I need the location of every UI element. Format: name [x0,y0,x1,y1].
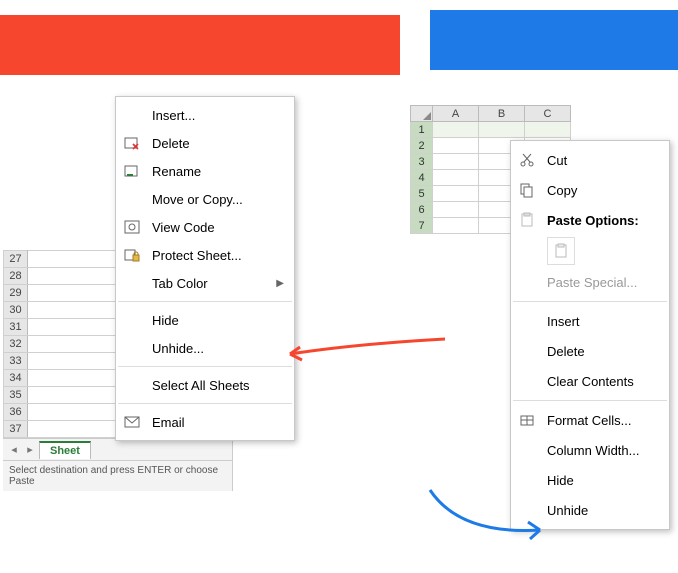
menu-separator [118,366,292,367]
menu-select-all-sheets[interactable]: Select All Sheets [116,371,294,399]
menu-paste-special: Paste Special... [511,267,669,297]
banner-blue [430,10,678,70]
row-header[interactable]: 27 [4,251,28,268]
format-cells-icon [517,410,537,430]
menu-protect-sheet[interactable]: Protect Sheet... [116,241,294,269]
row-header[interactable]: 2 [411,138,433,154]
row-header[interactable]: 35 [4,387,28,404]
menu-separator [118,301,292,302]
menu-column-width[interactable]: Column Width... [511,435,669,465]
blank-icon [517,311,537,331]
row-header[interactable]: 7 [411,218,433,234]
menu-format-cells[interactable]: Format Cells... [511,405,669,435]
menu-paste-options-header: Paste Options: [511,205,669,235]
col-header[interactable]: A [433,106,479,122]
row-context-menu: Cut Copy Paste Options: Paste Special...… [510,140,670,530]
row-header[interactable]: 3 [411,154,433,170]
paste-option-default[interactable] [547,237,575,265]
banner-red [0,15,400,75]
menu-separator [513,400,667,401]
blank-icon [122,338,142,358]
row-header[interactable]: 33 [4,353,28,370]
blank-icon [122,189,142,209]
cut-icon [517,150,537,170]
menu-unhide[interactable]: Unhide... [116,334,294,362]
blank-icon [517,371,537,391]
row-header[interactable]: 29 [4,285,28,302]
menu-copy[interactable]: Copy [511,175,669,205]
menu-unhide-rows[interactable]: Unhide [511,495,669,525]
row-header[interactable]: 6 [411,202,433,218]
menu-clear-contents[interactable]: Clear Contents [511,366,669,396]
tab-nav-last-icon[interactable]: ▸ [23,443,37,457]
rename-icon [122,161,142,181]
sheet-tab-active[interactable]: Sheet [39,441,91,459]
blank-icon [517,500,537,520]
menu-delete-rows[interactable]: Delete [511,336,669,366]
sheet-tab-bar: ◂ ▸ Sheet [3,438,232,460]
menu-insert[interactable]: Insert... [116,101,294,129]
row-header[interactable]: 30 [4,302,28,319]
row-header[interactable]: 34 [4,370,28,387]
row-header[interactable]: 36 [4,404,28,421]
row-header[interactable]: 4 [411,170,433,186]
menu-tab-color[interactable]: Tab Color ▶ [116,269,294,297]
blank-icon [517,341,537,361]
menu-hide-rows[interactable]: Hide [511,465,669,495]
menu-hide[interactable]: Hide [116,306,294,334]
row-header[interactable]: 1 [411,122,433,138]
sheet-tab-context-menu: Insert... Delete Rename Move or Copy... … [115,96,295,441]
menu-cut[interactable]: Cut [511,145,669,175]
menu-rename[interactable]: Rename [116,157,294,185]
email-icon [122,412,142,432]
annotation-arrow-red [275,334,455,374]
lock-icon [122,245,142,265]
row-header[interactable]: 32 [4,336,28,353]
blank-icon [122,375,142,395]
menu-separator [118,403,292,404]
row-header[interactable]: 28 [4,268,28,285]
blank-icon [122,105,142,125]
tab-nav-first-icon[interactable]: ◂ [7,443,21,457]
paste-icon [517,210,537,230]
blank-icon [122,310,142,330]
row-header[interactable]: 31 [4,319,28,336]
col-header[interactable]: C [525,106,571,122]
menu-email[interactable]: Email [116,408,294,436]
menu-separator [513,301,667,302]
menu-delete[interactable]: Delete [116,129,294,157]
submenu-arrow-icon: ▶ [276,278,284,289]
blank-icon [517,440,537,460]
blank-icon [517,470,537,490]
menu-move-or-copy[interactable]: Move or Copy... [116,185,294,213]
row-header[interactable]: 37 [4,421,28,438]
copy-icon [517,180,537,200]
menu-insert-rows[interactable]: Insert [511,306,669,336]
row-header[interactable]: 5 [411,186,433,202]
col-header[interactable]: B [479,106,525,122]
blank-icon [517,272,537,292]
blank-icon [122,273,142,293]
code-icon [122,217,142,237]
select-all-corner[interactable] [411,106,433,122]
menu-view-code[interactable]: View Code [116,213,294,241]
delete-sheet-icon [122,133,142,153]
status-bar: Select destination and press ENTER or ch… [3,460,232,491]
